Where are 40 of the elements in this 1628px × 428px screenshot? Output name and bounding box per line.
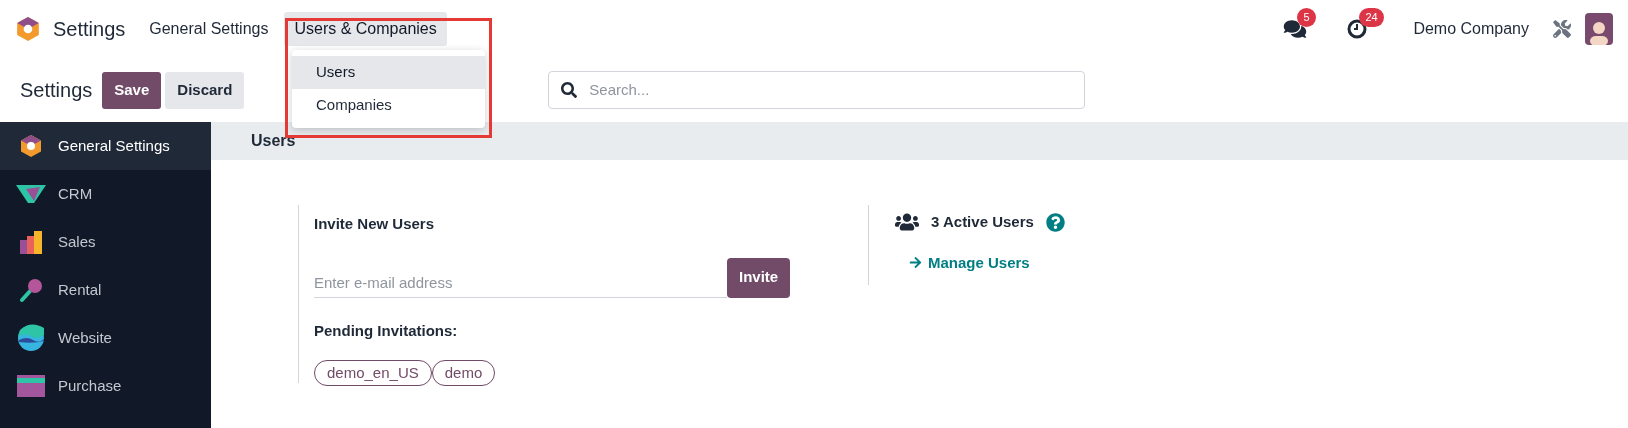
invite-button[interactable]: Invite (727, 257, 791, 298)
discard-button[interactable]: Discard (165, 71, 245, 109)
page-title: Settings (20, 78, 93, 103)
globe-icon (17, 324, 45, 352)
sidebar-item[interactable]: General Settings (0, 122, 211, 170)
invite-title: Invite New Users (314, 214, 436, 234)
notification-badge: 24 (1359, 8, 1384, 27)
dropdown-item[interactable]: Companies (292, 89, 485, 122)
sidebar-item[interactable]: Rental (0, 266, 211, 314)
arrow-icon (909, 256, 922, 270)
avatar[interactable] (1585, 13, 1613, 45)
notification-badge: 5 (1297, 8, 1316, 27)
active-users-count: 3 Active Users (931, 212, 1034, 232)
search-icon (561, 82, 578, 98)
logo-icon (15, 16, 41, 42)
help-icon[interactable] (1045, 212, 1065, 232)
section-header: Users (211, 122, 1628, 160)
hexagon-icon (19, 134, 43, 158)
card-icon (17, 375, 45, 397)
users-icon (895, 212, 919, 233)
crm-icon (16, 183, 46, 205)
save-button[interactable]: Save (102, 71, 162, 109)
tools-icon[interactable] (1553, 20, 1571, 38)
dropdown-item[interactable]: Users (292, 56, 485, 89)
search-bar[interactable]: Search... (548, 71, 1086, 109)
search-input[interactable]: Search... (589, 78, 1073, 102)
app-title[interactable]: Settings (53, 14, 126, 44)
company-switcher[interactable]: Demo Company (1413, 17, 1529, 41)
manage-users-link[interactable]: Manage Users (909, 251, 1065, 274)
chat-icon[interactable] (1283, 19, 1308, 39)
sidebar-item[interactable]: CRM (0, 170, 211, 218)
sidebar-item[interactable]: Sales (0, 218, 211, 266)
key-icon (18, 277, 44, 303)
menu-button[interactable]: General Settings (139, 12, 279, 46)
clock-icon[interactable] (1347, 19, 1368, 39)
sidebar-item[interactable]: Website (0, 314, 211, 362)
bar-chart-icon (18, 230, 44, 254)
sidebar-item[interactable]: Purchase (0, 362, 211, 410)
pending-label: Pending Invitations: (314, 320, 459, 341)
email-field[interactable]: Enter e-mail address (314, 267, 727, 298)
